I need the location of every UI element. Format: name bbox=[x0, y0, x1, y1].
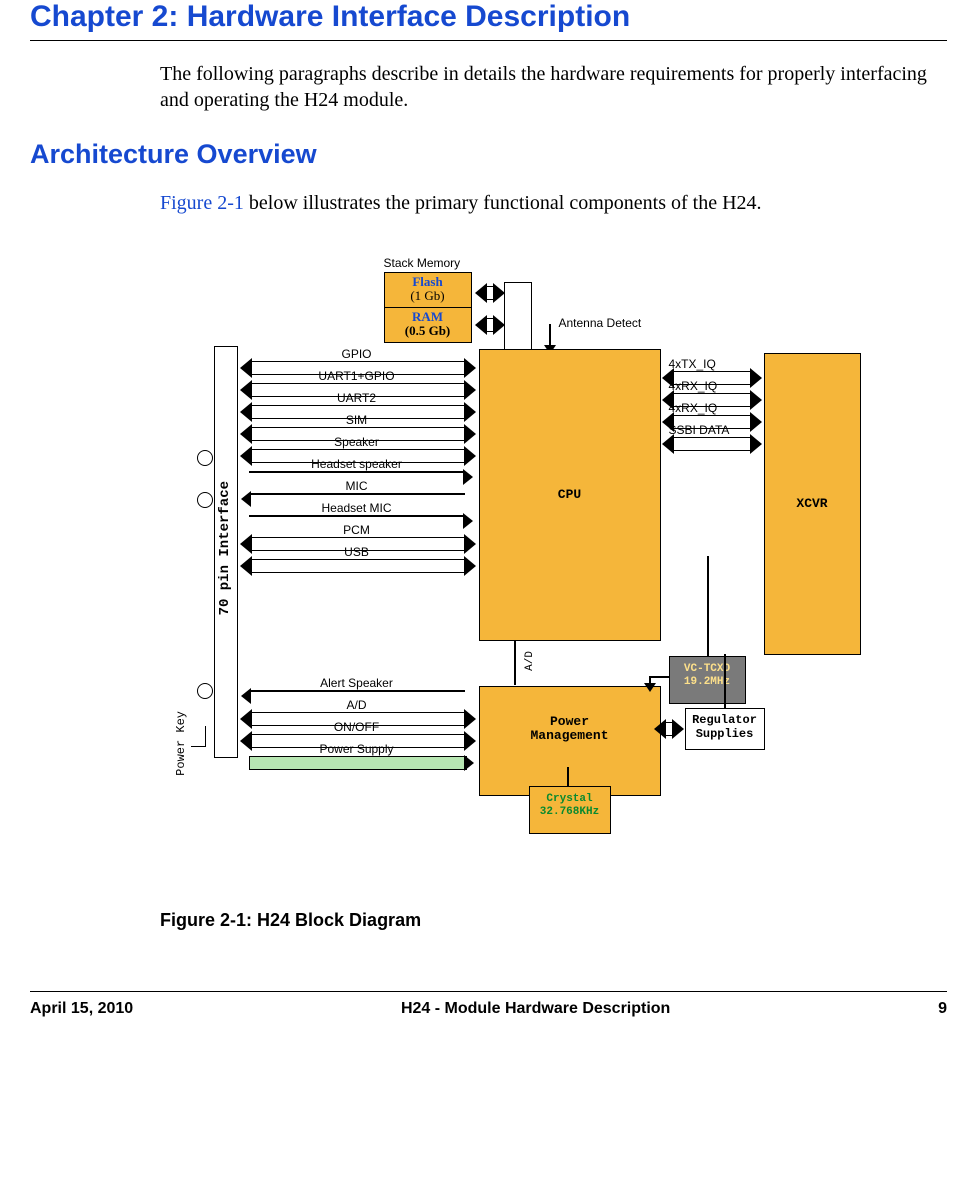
tcxo-block: VC-TCXO19.2MHz bbox=[669, 656, 746, 704]
antenna-arrow bbox=[549, 324, 551, 346]
ram-block: RAM(0.5 Gb) bbox=[384, 307, 472, 343]
block-diagram: Stack Memory Flash(1 Gb) RAM(0.5 Gb) Ant… bbox=[109, 256, 869, 896]
powerkey-label: Power Key bbox=[174, 711, 188, 776]
memory-trunk bbox=[504, 282, 532, 349]
footer-page: 9 bbox=[938, 1000, 947, 1018]
pm-bus-power-supply bbox=[249, 756, 467, 770]
footer-date: April 15, 2010 bbox=[30, 1000, 133, 1018]
footer-title: H24 - Module Hardware Description bbox=[401, 1000, 670, 1018]
speaker-icon bbox=[197, 450, 213, 466]
tcxo-cpu-line bbox=[707, 556, 709, 656]
crystal-line bbox=[567, 767, 569, 786]
figure-xref[interactable]: Figure 2-1 bbox=[160, 192, 244, 214]
flash-block: Flash(1 Gb) bbox=[384, 272, 472, 308]
xcvr-block: XCVR bbox=[764, 353, 861, 655]
figure-caption: Figure 2-1: H24 Block Diagram bbox=[160, 910, 947, 931]
pm-bus-alert-speaker bbox=[249, 690, 465, 692]
intro-paragraph: The following paragraphs describe in det… bbox=[160, 61, 947, 113]
flash-bus bbox=[484, 286, 496, 300]
bus-mic bbox=[249, 493, 465, 495]
ad-label: A/D bbox=[524, 651, 536, 671]
section-title: Architecture Overview bbox=[30, 139, 947, 170]
bus-usb bbox=[249, 559, 467, 573]
bus-headset-mic bbox=[249, 515, 465, 517]
pm-block: PowerManagement bbox=[479, 686, 661, 796]
crystal-block: Crystal32.768KHz bbox=[529, 786, 611, 834]
ad-line bbox=[514, 640, 516, 685]
stack-memory-label: Stack Memory bbox=[384, 256, 461, 270]
bus-ssbi-data bbox=[671, 437, 753, 451]
antenna-label: Antenna Detect bbox=[559, 316, 642, 330]
interface-label: 70 pin Interface bbox=[217, 481, 233, 615]
powerkey-icon bbox=[191, 726, 206, 747]
chapter-title: Chapter 2: Hardware Interface Descriptio… bbox=[30, 0, 947, 34]
section-body: Figure 2-1 below illustrates the primary… bbox=[160, 190, 947, 216]
regulator-bus bbox=[663, 722, 675, 736]
bus-headset-speaker bbox=[249, 471, 465, 473]
cpu-block: CPU bbox=[479, 349, 661, 641]
title-rule bbox=[30, 40, 947, 41]
alert-speaker-icon bbox=[197, 683, 213, 699]
mic-icon bbox=[197, 492, 213, 508]
regulator-block: RegulatorSupplies bbox=[685, 708, 765, 750]
ram-bus bbox=[484, 318, 496, 332]
